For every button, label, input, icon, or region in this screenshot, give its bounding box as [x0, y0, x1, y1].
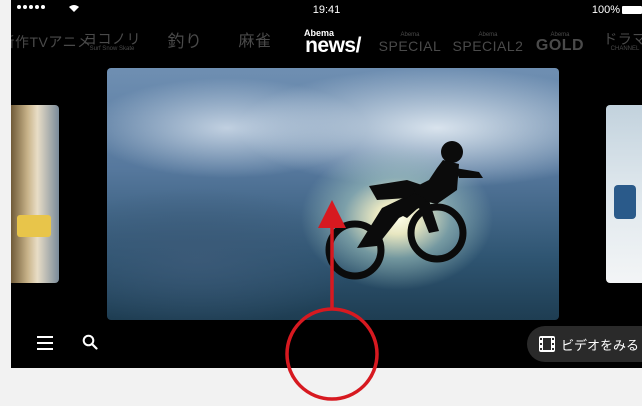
arrow-head-icon: [318, 200, 346, 228]
swipe-up-gesture-annotation: [285, 200, 379, 401]
tap-circle-icon: [285, 307, 379, 401]
